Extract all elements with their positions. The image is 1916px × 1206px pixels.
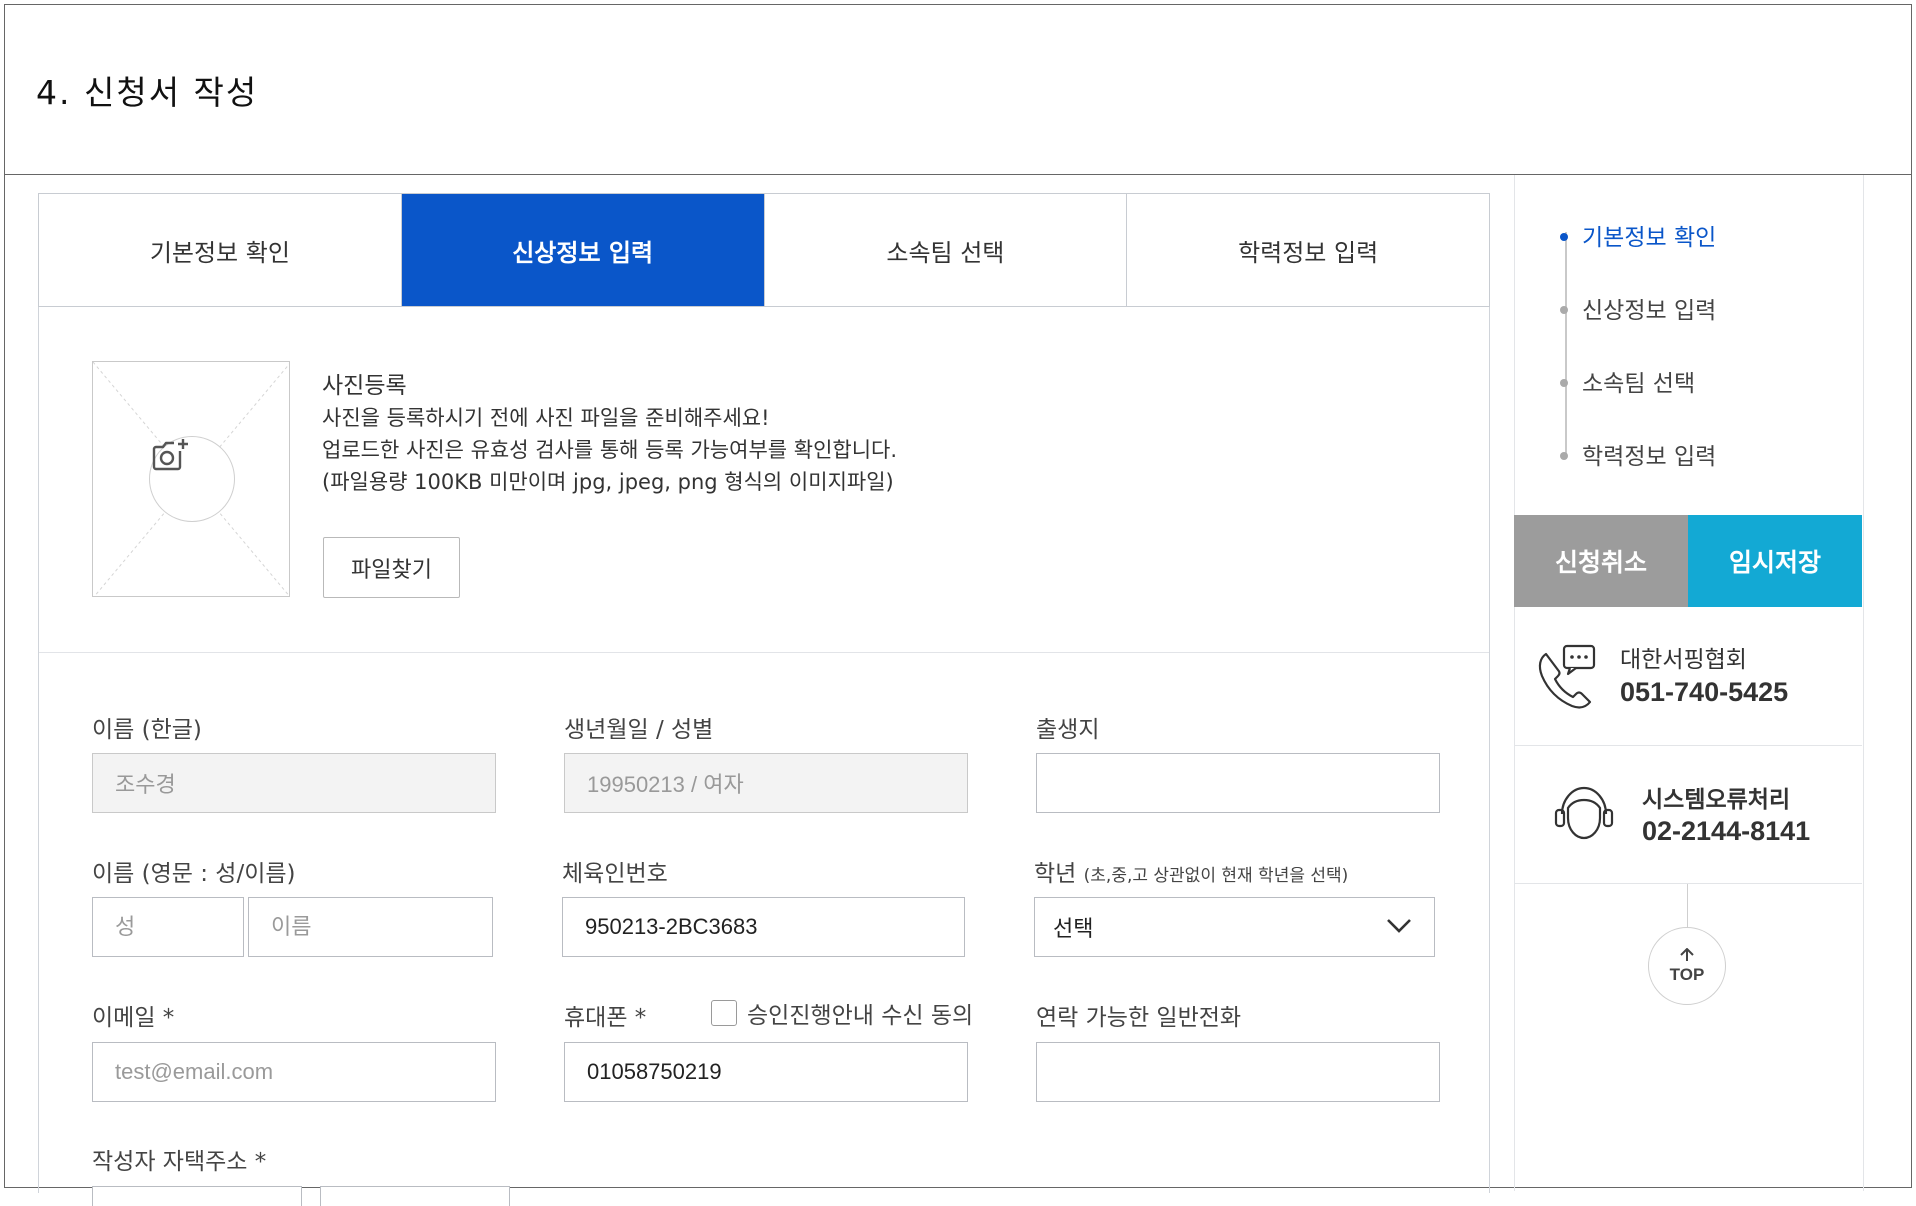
address-search-button[interactable] xyxy=(320,1186,510,1206)
last-name-en-field[interactable] xyxy=(92,897,244,957)
mobile-field[interactable] xyxy=(564,1042,968,1102)
step-dot xyxy=(1560,378,1568,387)
step-dot xyxy=(1560,305,1568,314)
birth-gender-label: 생년월일 / 성별 xyxy=(564,717,714,743)
name-ko-field[interactable] xyxy=(92,753,496,813)
sidebar-step-personal-info[interactable]: 신상정보 입력 xyxy=(1560,291,1716,325)
sidebar-step-team-select[interactable]: 소속팀 선택 xyxy=(1560,364,1695,398)
consent-checkbox[interactable] xyxy=(711,1000,737,1026)
sidebar-step-label: 소속팀 선택 xyxy=(1582,371,1696,397)
cancel-application-button[interactable]: 신청취소 xyxy=(1514,515,1688,607)
photo-desc-line3: (파일용량 100KB 미만이며 jpg, jpeg, png 형식의 이미지파… xyxy=(322,470,894,494)
tab-education-info[interactable]: 학력정보 입력 xyxy=(1127,194,1489,306)
address-label: 작성자 자택주소 * xyxy=(92,1149,267,1175)
grade-selected-value: 선택 xyxy=(1053,917,1094,942)
photo-placeholder[interactable] xyxy=(92,361,290,597)
arrow-up-icon xyxy=(1679,947,1695,966)
consent-label: 승인진행안내 수신 동의 xyxy=(747,1003,974,1029)
step-dot xyxy=(1560,232,1568,241)
birth-gender-field[interactable] xyxy=(564,753,968,813)
sidebar-step-education-info[interactable]: 학력정보 입력 xyxy=(1560,437,1716,471)
sidebar-step-label: 신상정보 입력 xyxy=(1582,298,1717,324)
name-en-label: 이름 (영문 : 성/이름) xyxy=(92,861,296,887)
photo-title: 사진등록 xyxy=(322,373,407,399)
sidebar-step-basic-info[interactable]: 기본정보 확인 xyxy=(1560,218,1716,252)
scroll-top-button[interactable]: TOP xyxy=(1648,927,1726,1005)
contact-phone: 02-2144-8141 xyxy=(1642,816,1811,846)
page-title: 4. 신청서 작성 xyxy=(36,73,259,112)
top-label: TOP xyxy=(1669,965,1705,984)
athlete-number-label: 체육인번호 xyxy=(562,861,668,887)
landline-label: 연락 가능한 일반전화 xyxy=(1036,1005,1242,1031)
postal-code-field[interactable] xyxy=(92,1186,302,1206)
section-divider xyxy=(39,652,1489,653)
chevron-down-icon xyxy=(1386,914,1412,940)
tab-personal-info[interactable]: 신상정보 입력 xyxy=(401,194,765,306)
grade-label-text: 학년 xyxy=(1034,861,1077,887)
step-dot xyxy=(1560,451,1568,460)
top-connector-line xyxy=(1687,884,1688,928)
birthplace-label: 출생지 xyxy=(1036,717,1100,743)
contact-phone: 051-740-5425 xyxy=(1620,677,1789,707)
contact-name: 시스템오류처리 xyxy=(1642,787,1791,813)
email-field[interactable] xyxy=(92,1042,496,1102)
mobile-label: 휴대폰 * xyxy=(564,1005,647,1031)
email-label: 이메일 * xyxy=(92,1005,175,1031)
photo-desc-line2: 업로드한 사진은 유효성 검사를 통해 등록 가능여부를 확인합니다. xyxy=(322,438,898,462)
headset-icon xyxy=(1548,778,1620,854)
contact-name: 대한서핑협회 xyxy=(1620,647,1747,673)
landline-field[interactable] xyxy=(1036,1042,1440,1102)
tab-team-select[interactable]: 소속팀 선택 xyxy=(764,194,1128,306)
grade-label: 학년 (초,중,고 상관없이 현재 학년을 선택) xyxy=(1034,854,1348,888)
camera-add-icon[interactable] xyxy=(149,436,235,522)
phone-chat-icon xyxy=(1534,642,1604,716)
grade-note: (초,중,고 상관없이 현재 학년을 선택) xyxy=(1083,866,1349,886)
birthplace-field[interactable] xyxy=(1036,753,1440,813)
tab-basic-info[interactable]: 기본정보 확인 xyxy=(39,194,402,306)
find-file-button[interactable]: 파일찾기 xyxy=(323,537,460,598)
grade-select[interactable]: 선택 xyxy=(1034,897,1435,957)
photo-instructions: 사진등록 사진을 등록하시기 전에 사진 파일을 준비해주세요! 업로드한 사진… xyxy=(322,370,897,498)
first-name-en-field[interactable] xyxy=(248,897,493,957)
contact-system-support: 시스템오류처리 02-2144-8141 xyxy=(1514,746,1862,884)
step-tabs: 기본정보 확인 신상정보 입력 소속팀 선택 학력정보 입력 xyxy=(38,193,1490,307)
photo-desc-line1: 사진을 등록하시기 전에 사진 파일을 준비해주세요! xyxy=(322,406,770,430)
temp-save-button[interactable]: 임시저장 xyxy=(1688,515,1862,607)
name-ko-label: 이름 (한글) xyxy=(92,717,202,743)
sidebar-step-label: 학력정보 입력 xyxy=(1582,444,1717,470)
athlete-number-field[interactable] xyxy=(562,897,965,957)
contact-association: 대한서핑협회 051-740-5425 xyxy=(1514,607,1862,746)
steps-line xyxy=(1565,232,1567,454)
sidebar-step-label: 기본정보 확인 xyxy=(1582,225,1717,251)
